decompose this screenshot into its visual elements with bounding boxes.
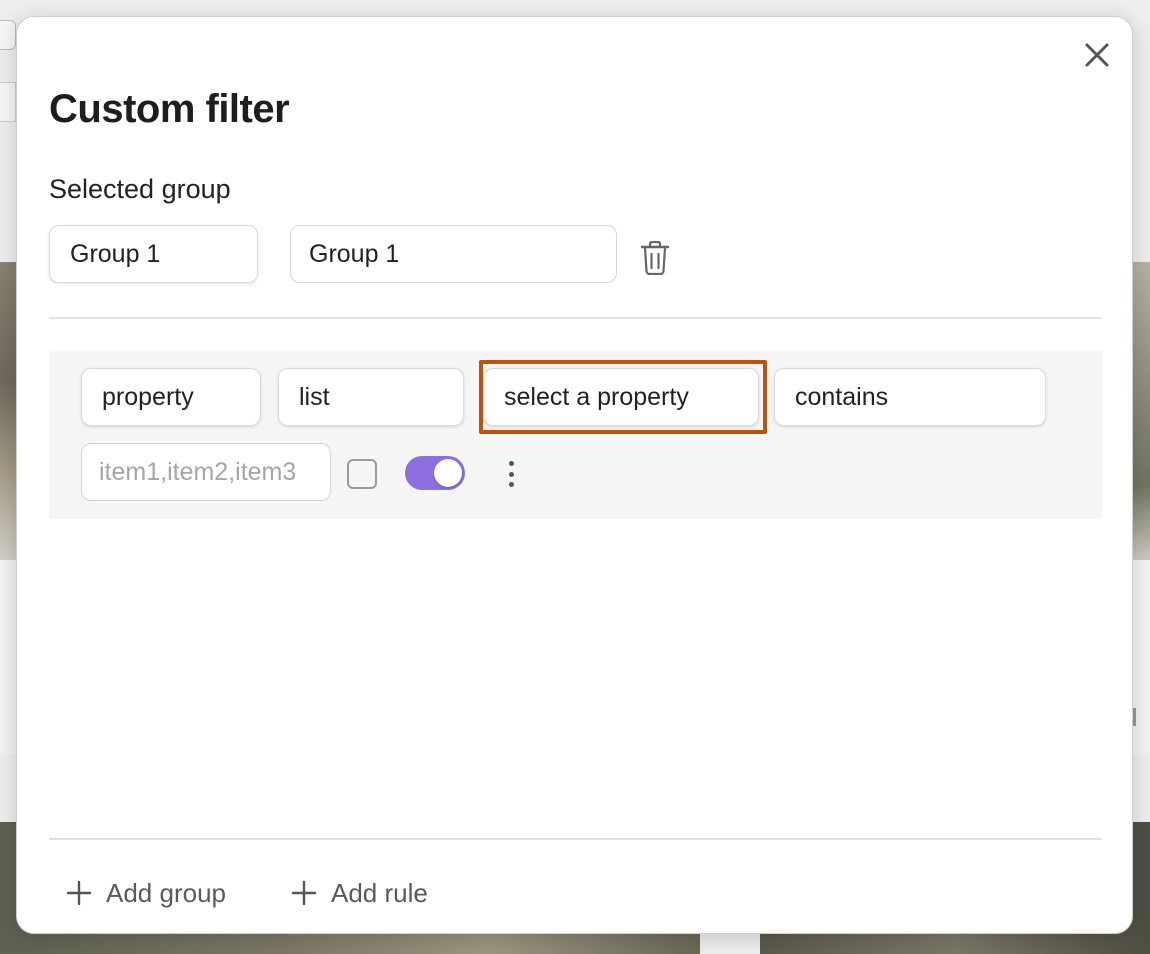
trash-icon [640,241,670,275]
background-divider [1133,708,1136,726]
add-rule-button[interactable]: Add rule [291,875,428,911]
group-select[interactable]: Group 1 [49,225,258,283]
close-button[interactable] [1081,39,1113,71]
filter-rule: property list select a property contains [49,351,1102,519]
delete-group-button[interactable] [637,239,673,277]
rule-more-button[interactable] [499,459,523,489]
vertical-ellipsis-icon [508,461,514,466]
section-divider [49,317,1102,319]
rule-property-select[interactable]: select a property [483,368,759,426]
rule-kind-value: list [299,382,330,411]
dialog-title: Custom filter [49,87,290,131]
rule-enabled-toggle[interactable] [405,456,465,490]
group-name-field[interactable] [309,239,616,269]
rule-operator-value: contains [795,382,889,411]
add-group-button[interactable]: Add group [66,875,226,911]
rule-value-input[interactable] [81,443,331,501]
background-control [0,20,16,50]
background-image [1133,262,1150,560]
group-name-input[interactable] [290,225,617,283]
rule-type-select[interactable]: property [81,368,261,426]
footer-divider [49,838,1102,840]
plus-icon [66,880,92,906]
plus-icon [291,880,317,906]
rule-value-field[interactable] [99,457,330,487]
add-rule-label: Add rule [331,877,428,908]
rule-type-value: property [102,382,194,411]
add-group-label: Add group [106,877,226,908]
close-icon [1085,43,1109,67]
custom-filter-dialog: Custom filter Selected group Group 1 pro… [16,16,1133,934]
background-image [0,262,16,560]
rule-checkbox[interactable] [347,459,377,489]
toggle-knob [434,459,462,487]
selected-group-label: Selected group [49,174,231,204]
rule-operator-select[interactable]: contains [774,368,1046,426]
group-select-value: Group 1 [70,239,161,268]
rule-kind-select[interactable]: list [278,368,464,426]
rule-property-value: select a property [504,382,689,411]
background-input [0,82,16,122]
